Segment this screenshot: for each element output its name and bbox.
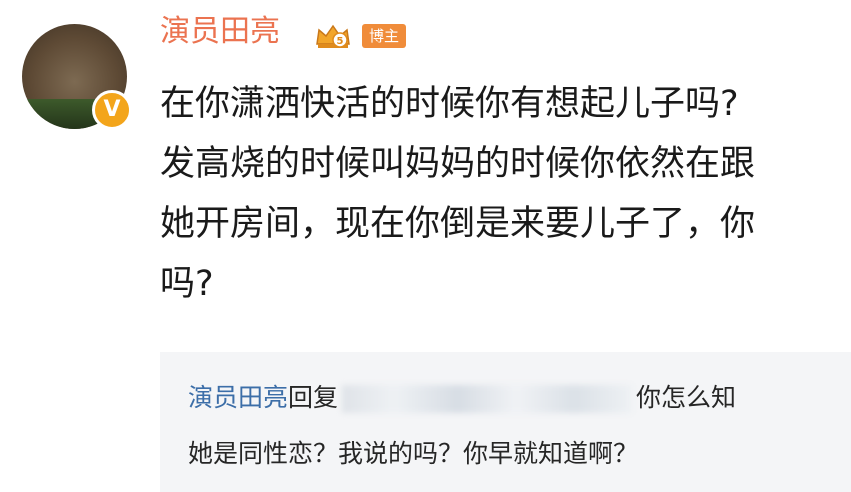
comment-line: 她开房间，现在你倒是来要儿子了，你 (160, 204, 756, 244)
reply-line-2: 她是同性恋？我说的吗？你早就知道啊？ (188, 439, 639, 468)
crown-icon: 5 (316, 24, 350, 48)
reply-author-link[interactable]: 演员田亮 (188, 383, 288, 412)
avatar-image (32, 38, 117, 96)
username[interactable]: 演员田亮 (160, 12, 280, 52)
reply-word: 回复 (288, 383, 339, 412)
comment-line: 在你潇洒快活的时候你有想起儿子吗? (160, 84, 739, 124)
verified-icon: V (92, 90, 132, 130)
blogger-badge: 博主 (362, 24, 407, 48)
comment-line: 发高烧的时候叫妈妈的时候你依然在跟 (160, 144, 756, 184)
reply-box: 演员田亮回复 你怎么知 她是同性恋？我说的吗？你早就知道啊？ (160, 352, 851, 492)
comment-line: 吗? (160, 264, 214, 304)
reply-line-1: 演员田亮回复 你怎么知 (188, 378, 736, 414)
comment-text: 在你潇洒快活的时候你有想起儿子吗? 发高烧的时候叫妈妈的时候你依然在跟 她开房间… (160, 74, 851, 314)
reply-text: 你怎么知 (636, 383, 737, 412)
svg-text:5: 5 (337, 36, 344, 47)
blurred-username (342, 385, 633, 413)
